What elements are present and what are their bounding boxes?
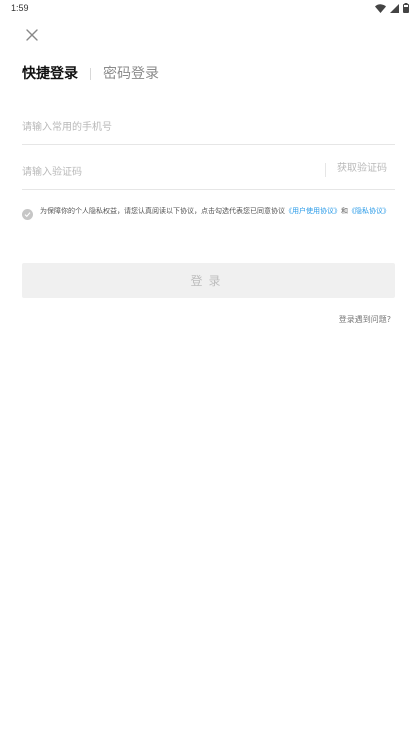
phone-field bbox=[22, 111, 395, 145]
tab-password-login[interactable]: 密码登录 bbox=[103, 64, 159, 84]
battery-icon bbox=[403, 3, 409, 13]
phone-input[interactable] bbox=[22, 111, 395, 144]
wifi-icon bbox=[375, 3, 386, 13]
privacy-policy-link[interactable]: 《隐私协议》 bbox=[348, 207, 390, 215]
agreement-checkbox[interactable] bbox=[22, 209, 33, 220]
code-separator bbox=[325, 163, 326, 177]
close-button[interactable] bbox=[22, 26, 42, 46]
agreement-conjunction: 和 bbox=[341, 207, 348, 215]
login-tabs: 快捷登录 密码登录 bbox=[22, 64, 159, 84]
verification-code-field: 获取验证码 bbox=[22, 156, 395, 190]
login-help-link[interactable]: 登录遇到问题? bbox=[339, 314, 391, 325]
get-code-button[interactable]: 获取验证码 bbox=[337, 162, 387, 176]
agreement-text: 为保障你的个人隐私权益，请您认真阅读以下协议，点击勾选代表您已同意协议《用户使用… bbox=[40, 206, 390, 220]
close-icon bbox=[26, 29, 38, 41]
status-time: 1:59 bbox=[11, 3, 29, 13]
verification-code-input[interactable] bbox=[22, 156, 312, 189]
login-button[interactable]: 登录 bbox=[22, 263, 395, 298]
agreement-row: 为保障你的个人隐私权益，请您认真阅读以下协议，点击勾选代表您已同意协议《用户使用… bbox=[22, 206, 396, 220]
status-bar: 1:59 bbox=[0, 0, 417, 20]
tab-quick-login[interactable]: 快捷登录 bbox=[22, 64, 78, 84]
check-icon bbox=[24, 212, 31, 218]
signal-icon bbox=[390, 3, 399, 13]
status-icons bbox=[375, 3, 409, 13]
agreement-statement: 为保障你的个人隐私权益，请您认真阅读以下协议，点击勾选代表您已同意协议 bbox=[40, 207, 285, 215]
user-agreement-link[interactable]: 《用户使用协议》 bbox=[285, 207, 341, 215]
tab-divider bbox=[90, 68, 91, 80]
